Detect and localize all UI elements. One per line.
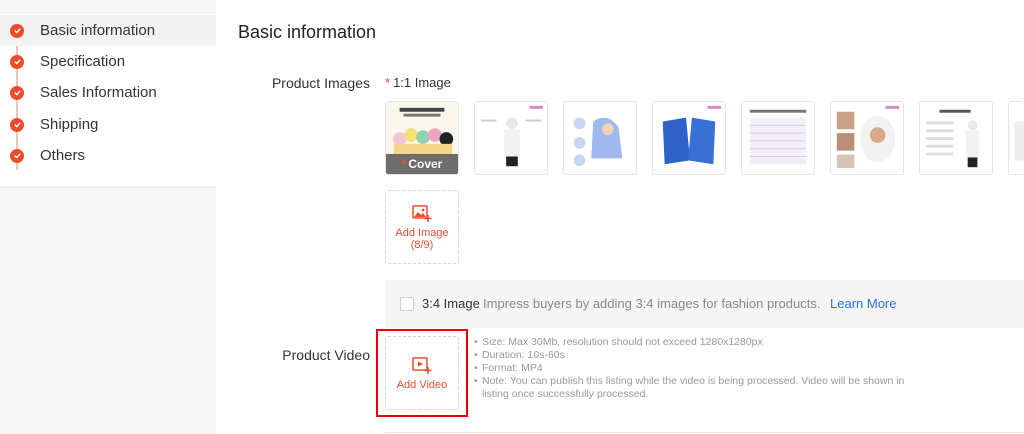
add-video-button[interactable]: Add Video	[385, 336, 459, 410]
product-image-8	[1009, 102, 1024, 174]
product-video-label: Product Video	[282, 347, 370, 363]
cover-badge: * Cover	[386, 154, 458, 174]
check-icon	[10, 85, 24, 100]
product-image-thumb-1[interactable]: * Cover	[385, 101, 459, 175]
ratio-3-4-description: Impress buyers by adding 3:4 images for …	[483, 296, 821, 311]
product-image-7	[920, 102, 992, 174]
sidebar-item-label: Basic information	[40, 22, 156, 39]
product-image-thumb-8[interactable]	[1008, 101, 1024, 175]
section-divider	[385, 432, 1024, 433]
required-mark: *	[385, 75, 391, 90]
product-image-thumb-5[interactable]	[741, 101, 815, 175]
sidebar-item-specification[interactable]: Specification	[0, 46, 224, 77]
guideline-size: Size: Max 30Mb, resolution should not ex…	[474, 336, 934, 349]
page-title: Basic information	[238, 22, 377, 42]
main-panel: Basic information Product Images * 1:1 Im…	[216, 0, 1024, 434]
check-icon	[10, 54, 24, 69]
check-icon	[10, 23, 24, 38]
product-images-label: Product Images	[271, 75, 370, 91]
product-image-thumb-7[interactable]	[919, 101, 993, 175]
image-add-icon	[412, 205, 432, 222]
video-add-icon	[412, 357, 432, 374]
add-image-label: Add Image	[395, 227, 449, 239]
product-image-3	[564, 102, 636, 174]
guideline-format: Format: MP4	[474, 362, 934, 375]
guideline-duration: Duration: 10s-60s	[474, 349, 934, 362]
ratio-1-1-label: * 1:1 Image	[385, 75, 451, 90]
ratio-1-1-text: 1:1 Image	[393, 75, 451, 90]
sidebar-item-label: Shipping	[40, 116, 99, 133]
product-image-thumb-6[interactable]	[830, 101, 904, 175]
learn-more-link[interactable]: Learn More	[830, 296, 896, 311]
ratio-3-4-checkbox[interactable]	[400, 297, 414, 311]
video-guidelines: Size: Max 30Mb, resolution should not ex…	[474, 336, 934, 401]
sidebar-item-basic-information[interactable]: Basic information	[0, 15, 224, 46]
sidebar-item-shipping[interactable]: Shipping	[0, 109, 224, 140]
product-image-4	[653, 102, 725, 174]
product-image-thumb-2[interactable]	[474, 101, 548, 175]
ratio-3-4-title: 3:4 Image	[422, 296, 480, 311]
product-image-thumb-3[interactable]	[563, 101, 637, 175]
ratio-3-4-bar: 3:4 Image Impress buyers by adding 3:4 i…	[385, 280, 1024, 328]
add-image-button[interactable]: Add Image (8/9)	[385, 190, 459, 264]
product-image-thumb-4[interactable]	[652, 101, 726, 175]
check-icon	[10, 148, 24, 163]
product-image-2	[475, 102, 547, 174]
sidebar-item-sales-information[interactable]: Sales Information	[0, 77, 224, 108]
add-image-count: (8/9)	[410, 239, 434, 251]
sidebar-item-label: Specification	[40, 53, 126, 70]
sidebar-item-label: Others	[40, 147, 86, 164]
product-image-5	[742, 102, 814, 174]
sidebar-item-label: Sales Information	[40, 84, 157, 101]
product-image-6	[831, 102, 903, 174]
check-icon	[10, 117, 24, 132]
sidebar-nav: Basic information Specification Sales In…	[0, 14, 224, 186]
sidebar-item-others[interactable]: Others	[0, 140, 224, 171]
add-video-label: Add Video	[396, 379, 448, 391]
guideline-note: Note: You can publish this listing while…	[474, 375, 934, 401]
